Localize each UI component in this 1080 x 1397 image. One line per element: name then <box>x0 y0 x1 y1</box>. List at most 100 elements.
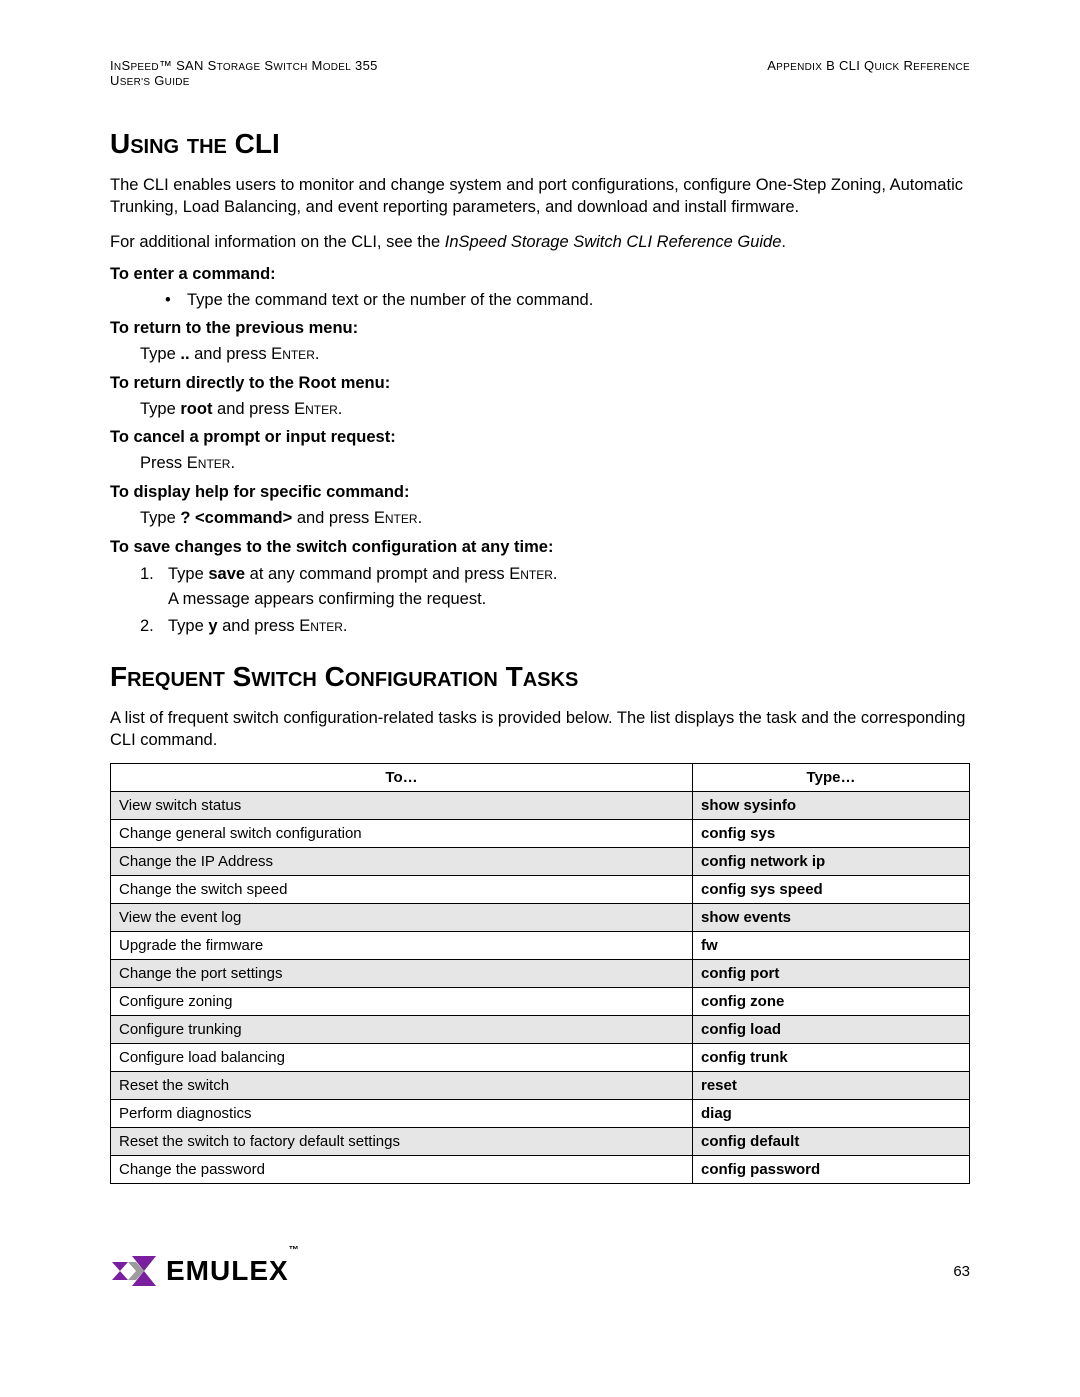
line-cancel-prompt: Press ENTER. <box>140 451 970 477</box>
sub-cancel-prompt: To cancel a prompt or input request: <box>110 428 970 447</box>
task-cell: Change the switch speed <box>111 876 693 904</box>
header-left-line1: InSPEED™ SAN STORAGE SWITCH MODEL 355 <box>110 58 378 73</box>
t: G <box>150 73 164 88</box>
task-cell: Change general switch configuration <box>111 820 693 848</box>
t: NTER <box>198 457 231 471</box>
task-cell: Reset the switch to factory default sett… <box>111 1128 693 1156</box>
t: . <box>230 454 235 472</box>
section-heading-using-cli: Using the CLI <box>110 128 970 160</box>
t: PPENDIX <box>776 62 822 73</box>
sub-return-root: To return directly to the Root menu: <box>110 374 970 393</box>
t: . <box>553 565 558 583</box>
task-cell: Change the port settings <box>111 960 693 988</box>
t: UIDE <box>165 77 190 88</box>
intro-paragraph-1: The CLI enables users to monitor and cha… <box>110 174 970 219</box>
page-number: 63 <box>953 1263 970 1280</box>
task-cell: Change the password <box>111 1156 693 1184</box>
t: . <box>781 233 786 251</box>
t: NTER <box>385 512 418 526</box>
sub-enter-command: To enter a command: <box>110 265 970 284</box>
t: . <box>418 509 423 527</box>
task-cell: Perform diagnostics <box>111 1100 693 1128</box>
task-cell: Configure zoning <box>111 988 693 1016</box>
bullet-text: Type the command text or the number of t… <box>187 288 593 314</box>
t: and press <box>212 400 294 418</box>
save-step-2: 2. Type y and press ENTER. <box>140 613 970 639</box>
freq-paragraph: A list of frequent switch configuration-… <box>110 707 970 752</box>
t: Type <box>140 509 180 527</box>
t: M <box>308 58 323 73</box>
command-cell: config sys <box>693 820 970 848</box>
sub-return-prev: To return to the previous menu: <box>110 319 970 338</box>
sub-help: To display help for specific command: <box>110 483 970 502</box>
t: Type <box>168 617 208 635</box>
emulex-logo-icon <box>110 1254 158 1288</box>
table-row: Upgrade the firmwarefw <box>111 932 970 960</box>
t: UICK <box>874 62 899 73</box>
t: Type <box>140 400 180 418</box>
t: E <box>374 509 385 527</box>
command-cell: config password <box>693 1156 970 1184</box>
t: EFERENCE <box>913 62 970 73</box>
reference-guide-title: InSpeed Storage Switch CLI Reference Gui… <box>445 233 782 251</box>
header-right: APPENDIX B CLI QUICK REFERENCE <box>767 58 970 88</box>
t: Type <box>140 345 180 363</box>
task-cell: Reset the switch <box>111 1072 693 1100</box>
table-row: Perform diagnosticsdiag <box>111 1100 970 1128</box>
command-cell: config port <box>693 960 970 988</box>
header-left: InSPEED™ SAN STORAGE SWITCH MODEL 355 US… <box>110 58 378 88</box>
t: WITCH <box>273 62 307 73</box>
save-step-1: 1. Type save at any command prompt and p… <box>140 561 970 587</box>
command-table: To… Type… View switch statusshow sysinfo… <box>110 763 970 1184</box>
page-footer: EMULEX™ 63 <box>110 1254 970 1288</box>
t: SER'S <box>120 77 151 88</box>
command-cell: config network ip <box>693 848 970 876</box>
t: NTER <box>282 348 315 362</box>
table-row: Change the switch speedconfig sys speed <box>111 876 970 904</box>
command-cell: config default <box>693 1128 970 1156</box>
command-cell: diag <box>693 1100 970 1128</box>
t: NTER <box>310 620 343 634</box>
table-row: View the event logshow events <box>111 904 970 932</box>
t: E <box>187 454 198 472</box>
t: at any command prompt and press <box>245 565 509 583</box>
t: U <box>110 73 120 88</box>
t: and press <box>190 345 272 363</box>
t: E <box>299 617 310 635</box>
t: TORAGE <box>217 62 261 73</box>
t: Press <box>140 454 187 472</box>
num-1: 1. <box>140 561 168 587</box>
t: and press <box>218 617 300 635</box>
task-cell: View switch status <box>111 792 693 820</box>
t: S <box>260 58 273 73</box>
page: InSPEED™ SAN STORAGE SWITCH MODEL 355 US… <box>0 0 1080 1328</box>
header-left-line2: USER'S GUIDE <box>110 73 378 88</box>
command-cell: config load <box>693 1016 970 1044</box>
step-text: Type y and press ENTER. <box>168 613 347 639</box>
t: . <box>338 400 343 418</box>
t: .. <box>180 345 189 363</box>
t: and press <box>292 509 374 527</box>
table-row: Configure trunkingconfig load <box>111 1016 970 1044</box>
line-return-prev: Type .. and press ENTER. <box>140 342 970 368</box>
line-help: Type ? <command> and press ENTER. <box>140 506 970 532</box>
command-cell: show sysinfo <box>693 792 970 820</box>
command-cell: fw <box>693 932 970 960</box>
t: E <box>294 400 305 418</box>
header-right-line1: APPENDIX B CLI QUICK REFERENCE <box>767 58 970 73</box>
t: ? <command> <box>180 509 292 527</box>
section-heading-frequent-tasks: Frequent Switch Configuration Tasks <box>110 661 970 693</box>
task-cell: View the event log <box>111 904 693 932</box>
t: A <box>767 58 776 73</box>
th-to: To… <box>111 764 693 792</box>
running-header: InSPEED™ SAN STORAGE SWITCH MODEL 355 US… <box>110 58 970 88</box>
t: 355 <box>351 58 378 73</box>
t: E <box>271 345 282 363</box>
table-row: Reset the switch to factory default sett… <box>111 1128 970 1156</box>
command-cell: config trunk <box>693 1044 970 1072</box>
t: Type <box>168 565 208 583</box>
t: y <box>208 617 217 635</box>
command-cell: config sys speed <box>693 876 970 904</box>
t: E <box>509 565 520 583</box>
t: R <box>900 58 914 73</box>
